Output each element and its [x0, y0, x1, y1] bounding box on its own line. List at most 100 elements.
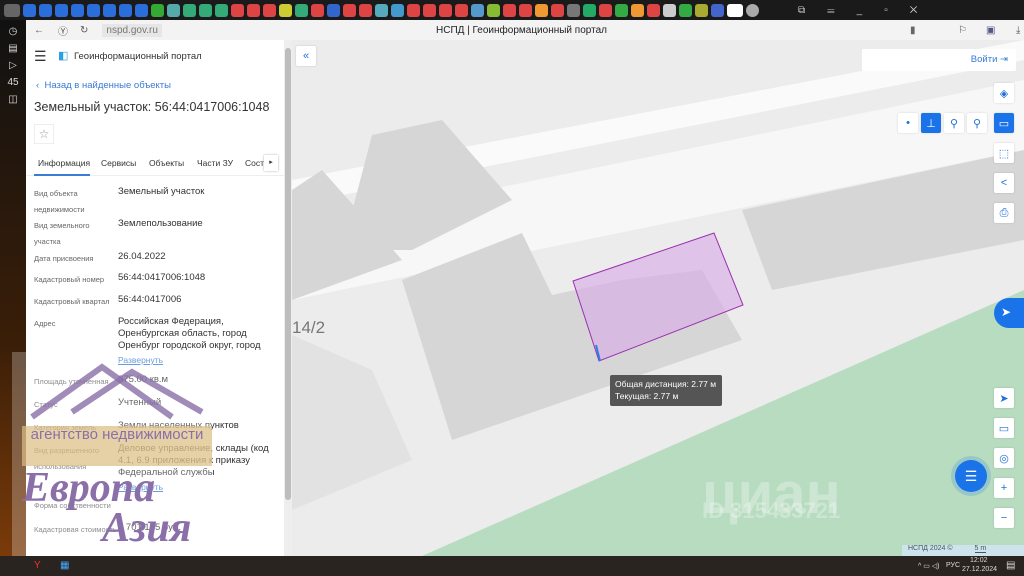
- select-area-button[interactable]: ⬚: [994, 143, 1014, 163]
- yandex-browser-icon[interactable]: Y: [34, 560, 41, 571]
- expand-address-link[interactable]: Развернуть: [118, 355, 163, 365]
- tab[interactable]: [183, 3, 196, 17]
- login-button[interactable]: Войти ⇥: [862, 49, 1016, 71]
- tab-services[interactable]: Сервисы: [101, 158, 136, 168]
- language-indicator[interactable]: РУС: [946, 562, 960, 569]
- reload-icon[interactable]: ↻: [80, 25, 88, 36]
- tab-active[interactable]: [727, 3, 743, 17]
- zoom-out-button[interactable]: −: [994, 508, 1014, 528]
- field-value: 56:44:0417006: [118, 294, 182, 305]
- tab[interactable]: [503, 3, 516, 17]
- word-icon[interactable]: ▦: [60, 560, 69, 571]
- tab[interactable]: [663, 3, 676, 17]
- tab[interactable]: [103, 3, 116, 17]
- tab[interactable]: [247, 3, 260, 17]
- tray-icons[interactable]: ^ ▭ ◁): [918, 562, 940, 570]
- tab[interactable]: [631, 3, 644, 17]
- tab[interactable]: [23, 3, 36, 17]
- tab[interactable]: [295, 3, 308, 17]
- tab[interactable]: [599, 3, 612, 17]
- tab[interactable]: [487, 3, 500, 17]
- screenshot-icon[interactable]: ◫: [0, 94, 26, 105]
- tab[interactable]: [423, 3, 436, 17]
- tab-counter[interactable]: [4, 3, 20, 17]
- tab[interactable]: [119, 3, 132, 17]
- print-button[interactable]: ⎙: [994, 203, 1014, 223]
- feedback-tab[interactable]: ➤: [994, 298, 1024, 328]
- tab[interactable]: [519, 3, 532, 17]
- tab[interactable]: [151, 3, 164, 17]
- tab[interactable]: [695, 3, 708, 17]
- tab[interactable]: [615, 3, 628, 17]
- tab[interactable]: [327, 3, 340, 17]
- tab[interactable]: [231, 3, 244, 17]
- expand-use-link[interactable]: Развернуть: [118, 482, 163, 492]
- tab[interactable]: [135, 3, 148, 17]
- tab-count-badge[interactable]: 45: [0, 77, 26, 88]
- clock-date[interactable]: 27.12.2024: [962, 566, 997, 573]
- clock-time[interactable]: 12:02: [970, 557, 988, 564]
- tab[interactable]: [647, 3, 660, 17]
- zoom-in-button[interactable]: +: [994, 478, 1014, 498]
- tab[interactable]: [679, 3, 692, 17]
- tab[interactable]: [55, 3, 68, 17]
- tab[interactable]: [551, 3, 564, 17]
- minimap-button[interactable]: ▭: [994, 418, 1014, 438]
- measure-point-button[interactable]: •: [898, 113, 918, 133]
- tab[interactable]: [439, 3, 452, 17]
- tab[interactable]: [39, 3, 52, 17]
- chat-button[interactable]: ☰: [955, 460, 987, 492]
- tab[interactable]: [375, 3, 388, 17]
- tab[interactable]: [567, 3, 580, 17]
- url-field[interactable]: nspd.gov.ru: [102, 23, 162, 37]
- favorite-star-icon[interactable]: ☆: [34, 124, 54, 144]
- video-icon[interactable]: ▷: [0, 60, 26, 71]
- yandex-icon[interactable]: Ⓨ: [58, 23, 68, 38]
- tab[interactable]: [391, 3, 404, 17]
- history-icon[interactable]: ◷: [0, 26, 26, 37]
- download-icon[interactable]: ⤓: [1016, 25, 1020, 36]
- tab[interactable]: [407, 3, 420, 17]
- reader-icon[interactable]: ⚐: [958, 25, 967, 36]
- bookmark-icon[interactable]: ▮: [910, 25, 916, 36]
- geolocation-button[interactable]: ➤: [994, 388, 1014, 408]
- notifications-icon[interactable]: ▤: [1006, 560, 1015, 571]
- tab[interactable]: [199, 3, 212, 17]
- field-label: Дата присвоения: [34, 254, 94, 263]
- new-tab-button[interactable]: [746, 3, 759, 17]
- measure-distance-button[interactable]: ⊥: [921, 113, 941, 133]
- search-location-button[interactable]: ◎: [994, 448, 1014, 468]
- tab[interactable]: [263, 3, 276, 17]
- tab[interactable]: [471, 3, 484, 17]
- back-icon[interactable]: ←: [34, 25, 44, 36]
- tab[interactable]: [359, 3, 372, 17]
- tab[interactable]: [535, 3, 548, 17]
- tab[interactable]: [71, 3, 84, 17]
- collections-icon[interactable]: ▤: [0, 43, 26, 54]
- tab[interactable]: [311, 3, 324, 17]
- ruler-button[interactable]: ▭: [994, 113, 1014, 133]
- tabs-scroll-right-button[interactable]: ▸: [264, 155, 278, 171]
- tab-objects[interactable]: Объекты: [149, 158, 184, 168]
- tab[interactable]: [215, 3, 228, 17]
- tab[interactable]: [343, 3, 356, 17]
- tab[interactable]: [167, 3, 180, 17]
- tab[interactable]: [87, 3, 100, 17]
- measure-perimeter-button[interactable]: ⚲: [967, 113, 987, 133]
- menu-icon[interactable]: ☰: [34, 48, 47, 65]
- tab[interactable]: [455, 3, 468, 17]
- tab-parts[interactable]: Части ЗУ: [197, 158, 233, 168]
- collapse-panel-button[interactable]: «: [296, 46, 316, 66]
- layers-button[interactable]: ◈: [994, 83, 1014, 103]
- tab[interactable]: [583, 3, 596, 17]
- tab[interactable]: [279, 3, 292, 17]
- panel-scrollbar[interactable]: [284, 40, 292, 556]
- back-link[interactable]: ‹ Назад в найденные объекты: [36, 80, 171, 91]
- share-button[interactable]: <: [994, 173, 1014, 193]
- measure-area-button[interactable]: ⚲: [944, 113, 964, 133]
- window-controls[interactable]: ⧉☰_▫✕: [798, 5, 939, 16]
- tab[interactable]: [711, 3, 724, 17]
- extension-icon[interactable]: ▣: [986, 25, 995, 36]
- tab-info[interactable]: Информация: [38, 158, 90, 168]
- map[interactable]: 14/2 Общая дистанция: 2.77 м Текущая: 2.7…: [292, 40, 1024, 556]
